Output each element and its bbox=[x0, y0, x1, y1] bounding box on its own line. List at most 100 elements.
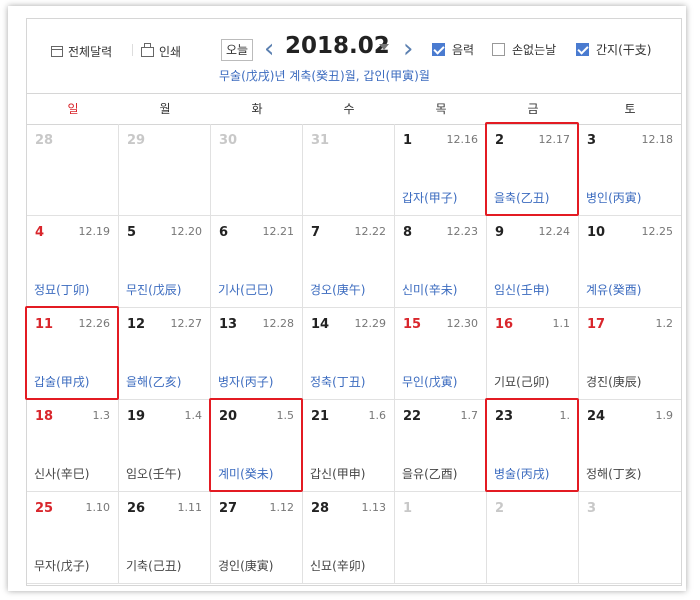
print-label: 인쇄 bbox=[159, 44, 182, 59]
day-cell[interactable]: 16 1.1 기묘(己卯) bbox=[487, 308, 579, 400]
ganji-day: 기축(己丑) bbox=[126, 559, 182, 573]
no-hand-day-checkbox[interactable] bbox=[492, 43, 505, 56]
day-cell[interactable]: 5 12.20 무진(戊辰) bbox=[119, 216, 211, 308]
weekday-4: 목 bbox=[435, 102, 447, 116]
day-number: 22 bbox=[403, 409, 422, 424]
day-cell[interactable]: 30 bbox=[211, 124, 303, 216]
day-cell[interactable]: 27 1.12 경인(庚寅) bbox=[211, 492, 303, 584]
lunar-date: 12.25 bbox=[641, 225, 674, 238]
lunar-date: 1.7 bbox=[460, 409, 479, 422]
lunar-date: 1.2 bbox=[655, 317, 674, 330]
weekday-2: 화 bbox=[251, 102, 263, 116]
day-number: 16 bbox=[495, 317, 514, 332]
lunar-date: 12.23 bbox=[446, 225, 479, 238]
day-cell[interactable]: 21 1.6 갑신(甲申) bbox=[303, 400, 395, 492]
day-number: 21 bbox=[311, 409, 330, 424]
day-cell[interactable]: 29 bbox=[119, 124, 211, 216]
weekday-6: 토 bbox=[624, 102, 636, 116]
calendar-grid: 28 29 30 31 1 12.16 갑자(甲子) 2 12.17 을축(乙丑) 3 12.18 병인… bbox=[25, 122, 681, 585]
calendar-window: 전체달력 인쇄 오늘 ‹ 2018.02 › 음력 손없는날 간지(干支) 무술… bbox=[8, 6, 686, 591]
ganji-day: 경진(庚辰) bbox=[586, 375, 642, 389]
ganji-day: 갑신(甲申) bbox=[310, 467, 366, 481]
lunar-date: 1.13 bbox=[361, 501, 387, 514]
day-cell[interactable]: 1 bbox=[395, 492, 487, 584]
day-cell[interactable]: 18 1.3 신사(辛巳) bbox=[27, 400, 119, 492]
weekday-0: 일 bbox=[67, 102, 79, 116]
day-cell[interactable]: 31 bbox=[303, 124, 395, 216]
day-number: 30 bbox=[219, 133, 238, 148]
day-cell[interactable]: 3 12.18 병인(丙寅) bbox=[579, 124, 681, 216]
ganji-day: 기사(己巳) bbox=[218, 283, 274, 297]
ganji-day: 무자(戊子) bbox=[34, 559, 90, 573]
lunar-date: 1.9 bbox=[655, 409, 674, 422]
ganji-label: 간지(干支) bbox=[596, 43, 652, 57]
ganji-day: 정축(丁丑) bbox=[310, 375, 366, 389]
weekday-header: 일월화수목금토 bbox=[27, 93, 681, 125]
day-cell[interactable]: 12 12.27 을해(乙亥) bbox=[119, 308, 211, 400]
today-button[interactable]: 오늘 bbox=[221, 39, 254, 61]
day-number: 1 bbox=[403, 133, 413, 148]
next-month-button[interactable]: › bbox=[403, 29, 413, 69]
day-number: 31 bbox=[311, 133, 330, 148]
lunar-checkbox[interactable] bbox=[432, 43, 445, 56]
lunar-date: 12.20 bbox=[170, 225, 203, 238]
day-cell[interactable]: 22 1.7 을유(乙酉) bbox=[395, 400, 487, 492]
day-number: 3 bbox=[587, 501, 597, 516]
ganji-day: 신미(辛未) bbox=[402, 283, 458, 297]
day-number: 10 bbox=[587, 225, 606, 240]
day-cell[interactable]: 25 1.10 무자(戊子) bbox=[27, 492, 119, 584]
ganji-day: 신사(辛巳) bbox=[34, 467, 90, 481]
day-cell[interactable]: 3 bbox=[579, 492, 681, 584]
lunar-date: 12.28 bbox=[262, 317, 295, 330]
lunar-date: 1.4 bbox=[184, 409, 203, 422]
print-button[interactable]: 인쇄 bbox=[141, 41, 181, 61]
day-cell[interactable]: 17 1.2 경진(庚辰) bbox=[579, 308, 681, 400]
lunar-date: 12.24 bbox=[538, 225, 571, 238]
day-number: 28 bbox=[311, 501, 330, 516]
ganji-day: 기묘(己卯) bbox=[494, 375, 550, 389]
day-number: 29 bbox=[127, 133, 146, 148]
day-cell[interactable]: 26 1.11 기축(己丑) bbox=[119, 492, 211, 584]
highlight-box bbox=[25, 306, 119, 400]
calendar-panel: 전체달력 인쇄 오늘 ‹ 2018.02 › 음력 손없는날 간지(干支) 무술… bbox=[25, 18, 682, 586]
full-calendar-button[interactable]: 전체달력 bbox=[51, 41, 112, 61]
day-number: 2 bbox=[495, 501, 505, 516]
day-cell[interactable]: 4 12.19 정묘(丁卯) bbox=[27, 216, 119, 308]
day-number: 12 bbox=[127, 317, 146, 332]
prev-month-button[interactable]: ‹ bbox=[264, 29, 274, 69]
day-cell[interactable]: 10 12.25 계유(癸酉) bbox=[579, 216, 681, 308]
highlight-box bbox=[209, 398, 303, 492]
ganji-year-month-line: 무술(戊戌)년 계축(癸丑)월, 갑인(甲寅)월 bbox=[219, 69, 430, 83]
day-cell[interactable]: 15 12.30 무인(戊寅) bbox=[395, 308, 487, 400]
day-cell[interactable]: 13 12.28 병자(丙子) bbox=[211, 308, 303, 400]
lunar-date: 12.29 bbox=[354, 317, 387, 330]
day-cell[interactable]: 28 1.13 신묘(辛卯) bbox=[303, 492, 395, 584]
day-cell[interactable]: 7 12.22 경오(庚午) bbox=[303, 216, 395, 308]
lunar-date: 1.10 bbox=[85, 501, 111, 514]
printer-icon bbox=[141, 43, 154, 57]
lunar-date: 1.12 bbox=[269, 501, 295, 514]
day-cell[interactable]: 8 12.23 신미(辛未) bbox=[395, 216, 487, 308]
highlight-box bbox=[485, 398, 579, 492]
day-cell[interactable]: 28 bbox=[27, 124, 119, 216]
day-number: 24 bbox=[587, 409, 606, 424]
ganji-checkbox[interactable] bbox=[576, 43, 589, 56]
day-cell[interactable]: 24 1.9 정해(丁亥) bbox=[579, 400, 681, 492]
day-cell[interactable]: 19 1.4 임오(壬午) bbox=[119, 400, 211, 492]
month-title[interactable]: 2018.02 bbox=[285, 33, 390, 59]
lunar-date: 1.3 bbox=[92, 409, 111, 422]
ganji-day: 갑자(甲子) bbox=[402, 191, 458, 205]
day-cell[interactable]: 14 12.29 정축(丁丑) bbox=[303, 308, 395, 400]
day-cell[interactable]: 1 12.16 갑자(甲子) bbox=[395, 124, 487, 216]
lunar-date: 12.19 bbox=[78, 225, 111, 238]
day-cell[interactable]: 6 12.21 기사(己巳) bbox=[211, 216, 303, 308]
day-cell[interactable]: 2 bbox=[487, 492, 579, 584]
lunar-date: 12.21 bbox=[262, 225, 295, 238]
day-number: 7 bbox=[311, 225, 321, 240]
day-cell[interactable]: 9 12.24 임신(壬申) bbox=[487, 216, 579, 308]
lunar-date: 12.16 bbox=[446, 133, 479, 146]
lunar-date: 12.27 bbox=[170, 317, 203, 330]
lunar-date: 1.1 bbox=[552, 317, 571, 330]
chevron-down-icon[interactable] bbox=[379, 44, 389, 50]
day-number: 26 bbox=[127, 501, 146, 516]
